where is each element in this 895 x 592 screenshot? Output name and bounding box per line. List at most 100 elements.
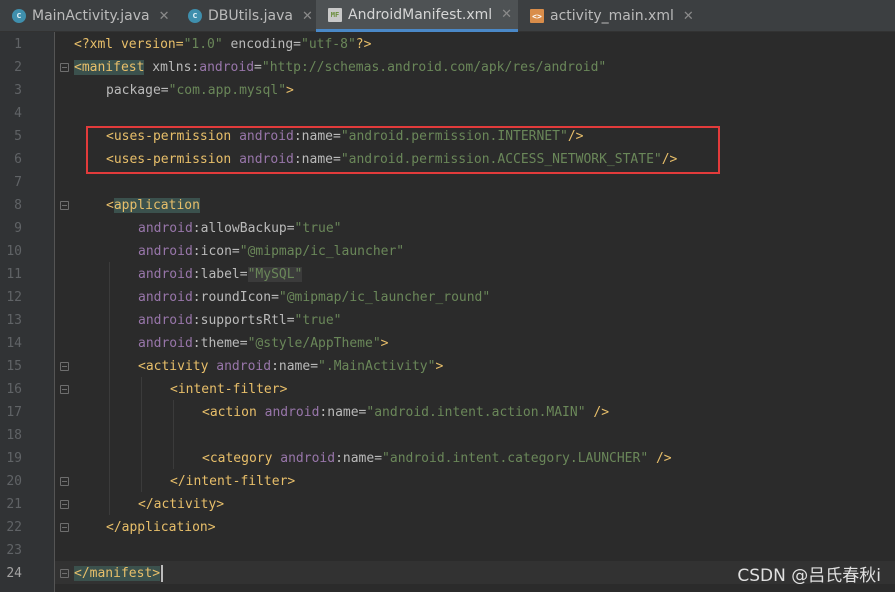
- line-number: 21: [6, 497, 22, 512]
- close-icon[interactable]: ✕: [501, 7, 512, 22]
- editor-tab-bar: c MainActivity.java ✕ c DBUtils.java ✕ M…: [0, 0, 895, 32]
- namespace: android: [199, 60, 255, 75]
- line-number: 6: [14, 152, 22, 167]
- attr-value: "@mipmap/ic_launcher_round": [278, 290, 491, 305]
- fold-marker-icon[interactable]: [60, 201, 69, 210]
- fold-marker-icon[interactable]: [60, 477, 69, 486]
- tab-activity-main-xml[interactable]: <> activity_main.xml ✕: [518, 0, 698, 32]
- line-number: 22: [6, 520, 22, 535]
- close-icon[interactable]: ✕: [159, 9, 170, 24]
- namespace: android: [138, 244, 193, 259]
- tag-name: <action: [202, 405, 265, 420]
- attr-name: :supportsRtl=: [192, 313, 295, 328]
- code-line-16: <intent-filter>: [170, 378, 287, 401]
- code-line-3: package="com.app.mysql">: [106, 79, 294, 102]
- line-number: 11: [6, 267, 22, 282]
- layout-xml-icon: <>: [530, 9, 544, 23]
- code-line-21: </activity>: [138, 493, 224, 516]
- attr-name: :theme=: [192, 336, 248, 351]
- gutter-divider: [54, 32, 55, 592]
- line-number: 15: [6, 359, 22, 374]
- namespace: android: [280, 451, 336, 466]
- attr-value: ".MainActivity": [318, 359, 436, 374]
- attr-value: "android.intent.action.MAIN": [366, 405, 586, 420]
- watermark: CSDN @吕氏春秋i: [737, 566, 881, 586]
- attr-value: "http://schemas.android.com/apk/res/andr…: [261, 60, 607, 75]
- line-number: 14: [6, 336, 22, 351]
- code-line-8: <application: [106, 194, 200, 217]
- namespace: android: [138, 221, 193, 236]
- code-line-20: </intent-filter>: [170, 470, 295, 493]
- attr-value: "@mipmap/ic_launcher": [239, 244, 405, 259]
- line-number: 20: [6, 474, 22, 489]
- namespace: android: [138, 313, 193, 328]
- tab-label: activity_main.xml: [550, 8, 674, 24]
- line-number: 23: [6, 543, 22, 558]
- tag-name: </application>: [106, 520, 216, 535]
- fold-marker-icon[interactable]: [60, 362, 69, 371]
- attr-name: :allowBackup=: [192, 221, 295, 236]
- tag-bracket: >: [435, 359, 444, 374]
- namespace: android: [138, 336, 193, 351]
- code-line-11: android:label="MySQL": [138, 263, 303, 286]
- line-number: 19: [6, 451, 22, 466]
- line-number: 1: [14, 37, 22, 52]
- code-line-15: <activity android:name=".MainActivity">: [138, 355, 443, 378]
- line-number: 8: [14, 198, 22, 213]
- tab-label: AndroidManifest.xml: [348, 6, 493, 23]
- tag-bracket: >: [380, 336, 389, 351]
- equals: =: [254, 60, 262, 75]
- java-class-icon: c: [12, 9, 26, 23]
- code-line-14: android:theme="@style/AppTheme">: [138, 332, 388, 355]
- attr-name: package=: [106, 83, 169, 98]
- line-number: 18: [6, 428, 22, 443]
- attr-value: "android.intent.category.LAUNCHER": [382, 451, 649, 466]
- code-line-24: </manifest>: [74, 562, 164, 585]
- line-number: 2: [14, 60, 22, 75]
- attr-name: encoding=: [222, 37, 301, 52]
- namespace: android: [138, 290, 193, 305]
- indent-guide: [173, 400, 174, 469]
- line-number-current: 24: [6, 566, 22, 581]
- namespace: android: [138, 267, 193, 282]
- line-number: 17: [6, 405, 22, 420]
- java-class-icon: c: [188, 9, 202, 23]
- line-number: 3: [14, 83, 22, 98]
- fold-marker-icon[interactable]: [60, 385, 69, 394]
- tag-name: </manifest>: [74, 566, 161, 581]
- line-number: 10: [6, 244, 22, 259]
- fold-marker-icon[interactable]: [60, 500, 69, 509]
- close-icon[interactable]: ✕: [683, 9, 694, 24]
- namespace: android: [264, 405, 320, 420]
- tab-mainactivity-java[interactable]: c MainActivity.java ✕: [0, 0, 176, 32]
- indent-guide: [141, 377, 142, 492]
- tag-name: <activity: [138, 359, 217, 374]
- code-line-2: <manifest xmlns:android="http://schemas.…: [74, 56, 606, 79]
- line-number: 7: [14, 175, 22, 190]
- attr-name: :name=: [319, 405, 367, 420]
- attr-name: :name=: [271, 359, 319, 374]
- fold-marker-icon[interactable]: [60, 63, 69, 72]
- tab-androidmanifest-xml[interactable]: MF AndroidManifest.xml ✕: [316, 0, 518, 32]
- tab-dbutils-java[interactable]: c DBUtils.java ✕: [176, 0, 316, 32]
- attr-name: :roundIcon=: [192, 290, 279, 305]
- code-line-13: android:supportsRtl="true": [138, 309, 342, 332]
- attr-value: "1.0": [183, 37, 223, 52]
- attr-name: :label=: [192, 267, 248, 282]
- line-number: 9: [14, 221, 22, 236]
- line-number: 13: [6, 313, 22, 328]
- tag-bracket: />: [648, 451, 672, 466]
- fold-marker-icon[interactable]: [60, 523, 69, 532]
- attr-value: "com.app.mysql": [168, 83, 287, 98]
- xml-declaration: <?xml version=: [74, 37, 184, 52]
- tag-bracket: <: [106, 198, 114, 213]
- fold-marker-icon[interactable]: [60, 569, 69, 578]
- close-icon[interactable]: ✕: [302, 9, 313, 24]
- namespace: android: [216, 359, 272, 374]
- attr-value: "true": [294, 221, 342, 236]
- code-editor[interactable]: 1 2 3 4 5 6 7 8 9 10 11 12 13 14 15 16 1…: [0, 32, 895, 592]
- attr-name: xmlns:: [152, 60, 200, 75]
- text-caret: [161, 565, 164, 582]
- attr-name: :name=: [335, 451, 383, 466]
- line-number: 4: [14, 106, 22, 121]
